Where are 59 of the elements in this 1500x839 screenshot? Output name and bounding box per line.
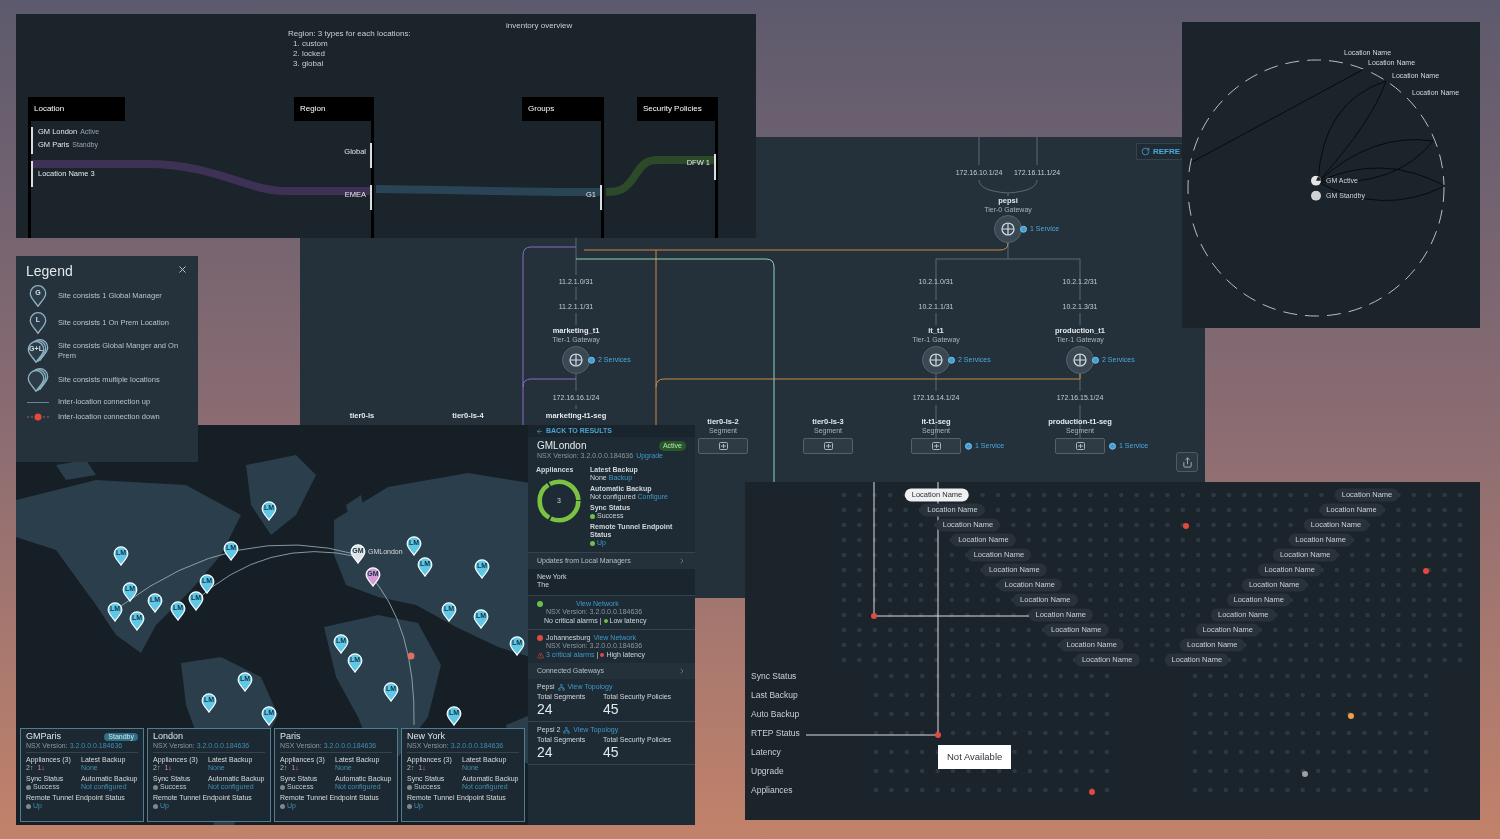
gateway-node[interactable] <box>562 346 590 374</box>
legend-title: Legend <box>26 262 73 281</box>
site-name: GMParis <box>26 731 61 742</box>
column-header: Location <box>28 97 125 121</box>
warning-icon <box>537 651 544 659</box>
segment-icon <box>823 442 833 450</box>
row-label: Upgrade <box>751 765 785 778</box>
router-icon <box>1073 353 1087 367</box>
segment-node[interactable] <box>803 438 853 454</box>
stacked-pin-marker <box>27 368 49 392</box>
segment-icon <box>1075 442 1085 450</box>
segment-node[interactable] <box>911 438 961 454</box>
row-label: Last Backup <box>751 689 799 702</box>
topology-icon <box>557 683 565 691</box>
connection-up-line <box>27 401 49 403</box>
site-name: Paris <box>280 731 301 742</box>
tooltip: Not Available <box>938 745 1012 770</box>
row-label: Sync Status <box>751 670 798 683</box>
note-item: 3. global <box>292 59 325 69</box>
donut-chart-drawing <box>536 478 582 524</box>
site-name: New York <box>407 731 446 742</box>
column-header: Groups <box>522 97 603 121</box>
segment-icon <box>931 442 941 450</box>
gateway-node[interactable] <box>1066 346 1094 374</box>
node-icon[interactable] <box>1311 191 1321 201</box>
note-item: 1. custom <box>292 39 329 49</box>
router-icon <box>569 353 583 367</box>
segment-node[interactable] <box>1055 438 1105 454</box>
stat-value: 45 <box>603 744 620 760</box>
stat-value: 24 <box>537 701 554 717</box>
row-label: RTEP Status <box>751 727 800 740</box>
segment-node[interactable] <box>698 438 748 454</box>
pie-node-icon[interactable] <box>1311 176 1321 186</box>
refresh-icon <box>1141 147 1150 156</box>
chevron-icon[interactable] <box>678 667 686 675</box>
note-heading: Region: 3 types for each locations: <box>288 29 411 39</box>
gateway-node[interactable] <box>994 215 1022 243</box>
row-label: Latency <box>751 746 782 759</box>
gateway-node[interactable] <box>922 346 950 374</box>
connection-down-icon <box>27 413 49 421</box>
row-label: Auto Backup <box>751 708 800 721</box>
chevron-icon[interactable] <box>678 557 686 565</box>
router-icon <box>1001 222 1015 236</box>
stat-value: 45 <box>603 701 620 717</box>
export-button[interactable] <box>1176 452 1198 472</box>
stat-value: 24 <box>537 744 554 760</box>
back-arrow-icon <box>536 427 543 435</box>
row-label: Appliances <box>751 784 794 797</box>
close-icon[interactable] <box>177 264 188 275</box>
export-icon <box>1181 456 1193 468</box>
panel-title: inventory overview <box>506 20 573 32</box>
site-name: London <box>153 731 184 742</box>
site-title: GMLondon <box>537 440 587 452</box>
topology-icon <box>563 726 571 734</box>
column-header: Region <box>294 97 373 121</box>
segment-icon <box>718 442 728 450</box>
column-header: Security Policies <box>637 97 718 121</box>
router-icon <box>929 353 943 367</box>
note-item: 2. locked <box>292 49 327 59</box>
